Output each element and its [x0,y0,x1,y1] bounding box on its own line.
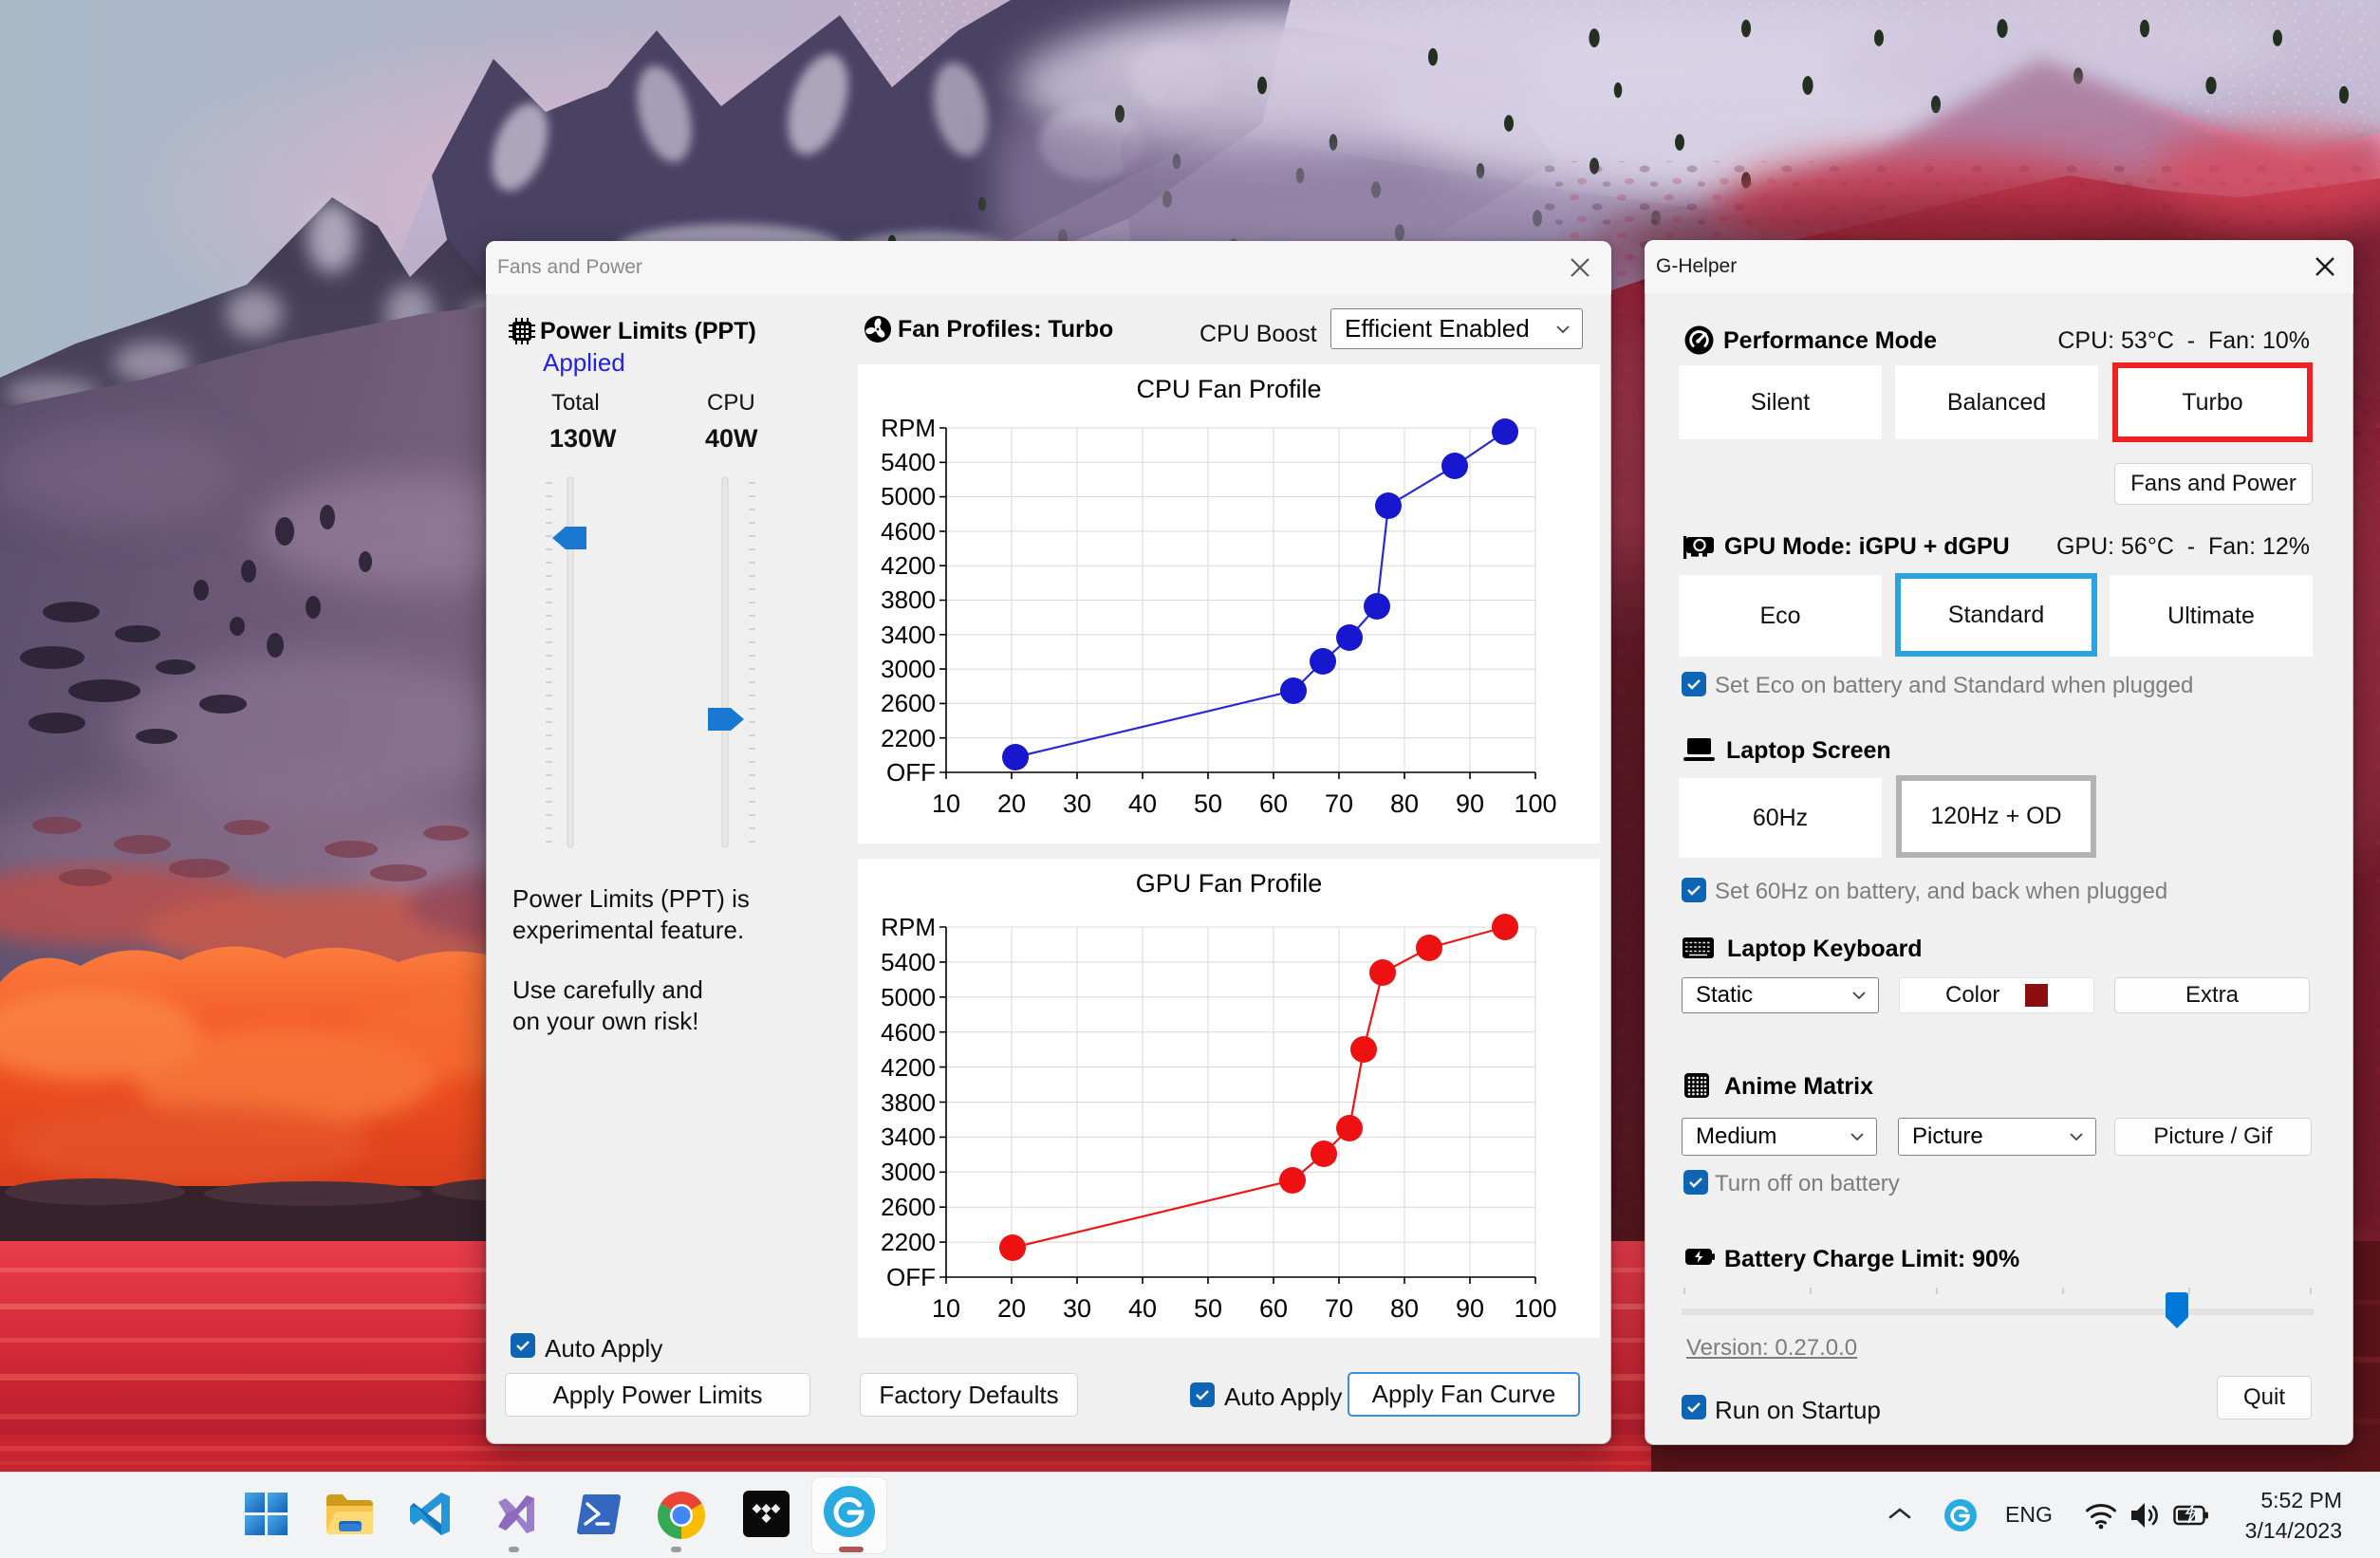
svg-text:5400: 5400 [881,448,936,476]
svg-text:90: 90 [1456,789,1484,818]
svg-text:30: 30 [1063,1294,1091,1323]
svg-text:3000: 3000 [881,655,936,683]
svg-text:4200: 4200 [881,1053,936,1082]
svg-text:20: 20 [997,1294,1026,1323]
svg-text:2600: 2600 [881,689,936,717]
svg-text:OFF: OFF [886,758,936,787]
svg-text:OFF: OFF [886,1263,936,1291]
svg-text:5000: 5000 [881,482,936,510]
svg-text:70: 70 [1325,1294,1353,1323]
svg-text:30: 30 [1063,789,1091,818]
svg-text:10: 10 [932,789,960,818]
svg-text:100: 100 [1514,789,1556,818]
svg-text:5000: 5000 [881,983,936,1011]
svg-text:90: 90 [1456,1294,1484,1323]
svg-text:GPU Fan Profile: GPU Fan Profile [1136,869,1323,898]
svg-text:50: 50 [1194,789,1222,818]
svg-text:2600: 2600 [881,1193,936,1221]
svg-text:60: 60 [1259,1294,1288,1323]
svg-text:RPM: RPM [881,414,936,442]
svg-text:60: 60 [1259,789,1288,818]
svg-text:3400: 3400 [881,1122,936,1151]
svg-text:5400: 5400 [881,948,936,976]
svg-text:3800: 3800 [881,1088,936,1117]
svg-text:40: 40 [1128,789,1157,818]
svg-text:2200: 2200 [881,1228,936,1256]
svg-text:10: 10 [932,1294,960,1323]
svg-text:4200: 4200 [881,551,936,580]
svg-text:80: 80 [1390,789,1419,818]
svg-text:50: 50 [1194,1294,1222,1323]
svg-text:100: 100 [1514,1294,1556,1323]
svg-text:RPM: RPM [881,913,936,941]
svg-text:20: 20 [997,789,1026,818]
svg-text:2200: 2200 [881,724,936,752]
svg-text:40: 40 [1128,1294,1157,1323]
svg-text:3400: 3400 [881,621,936,649]
svg-text:3800: 3800 [881,585,936,614]
svg-text:3000: 3000 [881,1158,936,1186]
svg-text:4600: 4600 [881,517,936,546]
svg-text:4600: 4600 [881,1018,936,1047]
svg-text:70: 70 [1325,789,1353,818]
svg-text:80: 80 [1390,1294,1419,1323]
svg-text:CPU Fan Profile: CPU Fan Profile [1136,375,1321,403]
